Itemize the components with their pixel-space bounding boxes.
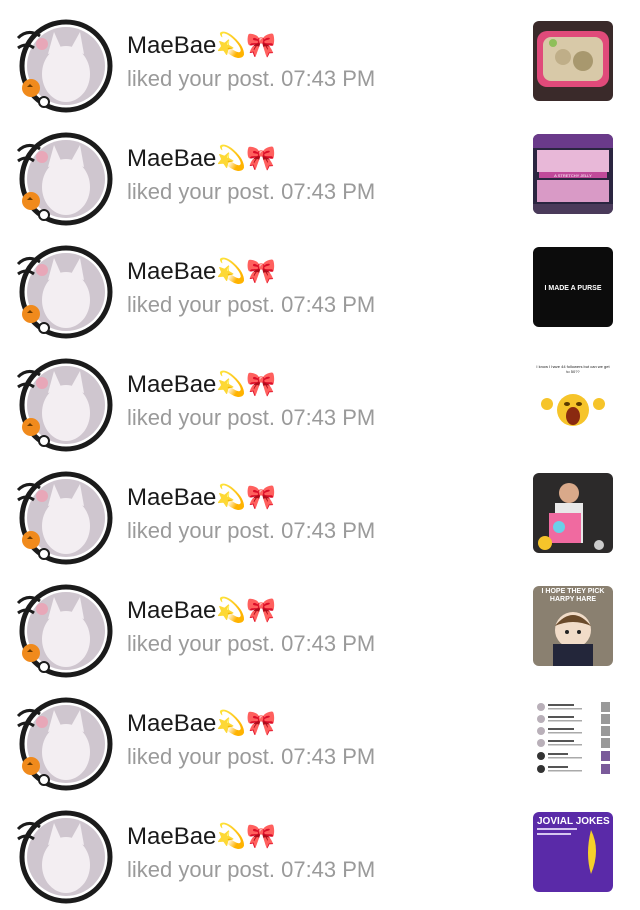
person-box-thumbnail[interactable] [533,473,613,553]
thumb-caption: I MADE A PURSE [544,285,601,292]
notification-row[interactable]: MaeBae💫🎀 liked your post. 07:43 PM [0,678,640,791]
notification-row[interactable]: MaeBae💫🎀 liked your post. 07:43 PM A STR… [0,113,640,226]
timestamp: 07:43 PM [281,405,376,430]
notification-text: liked your post. 07:43 PM [127,405,375,431]
timestamp: 07:43 PM [281,66,376,91]
action-text: liked your post. [127,179,275,204]
username[interactable]: MaeBae💫🎀 [127,144,276,173]
timestamp: 07:43 PM [281,744,376,769]
notification-text: liked your post. 07:43 PM [127,631,375,657]
username[interactable]: MaeBae💫🎀 [127,709,276,738]
username[interactable]: MaeBae💫🎀 [127,822,276,851]
notification-text: liked your post. 07:43 PM [127,518,375,544]
notification-row[interactable]: MaeBae💫🎀 liked your post. 07:43 PM JOVIA… [0,791,640,904]
action-text: liked your post. [127,518,275,543]
avatar[interactable] [14,466,114,566]
banana-card-thumbnail[interactable]: JOVIAL JOKES [533,812,613,892]
timestamp: 07:43 PM [281,631,376,656]
avatar[interactable] [14,14,114,114]
action-text: liked your post. [127,631,275,656]
action-text: liked your post. [127,292,275,317]
username[interactable]: MaeBae💫🎀 [127,257,276,286]
crying-emoji-thumbnail[interactable]: I know I have 44 followers but can we ge… [533,360,613,440]
username[interactable]: MaeBae💫🎀 [127,483,276,512]
notification-text: liked your post. 07:43 PM [127,179,375,205]
avatar[interactable] [14,127,114,227]
notification-row[interactable]: MaeBae💫🎀 liked your post. 07:43 PM [0,0,640,113]
username[interactable]: MaeBae💫🎀 [127,31,276,60]
notification-text: liked your post. 07:43 PM [127,292,375,318]
thumb-caption: I HOPE THEY PICK HARPY HARE [541,588,605,603]
timestamp: 07:43 PM [281,292,376,317]
notification-row[interactable]: MaeBae💫🎀 liked your post. 07:43 PM [0,452,640,565]
notification-text: liked your post. 07:43 PM [127,857,375,883]
notification-row[interactable]: MaeBae💫🎀 liked your post. 07:43 PM I HOP… [0,565,640,678]
action-text: liked your post. [127,857,275,882]
notification-row[interactable]: MaeBae💫🎀 liked your post. 07:43 PM I MAD… [0,226,640,339]
plush-doll-thumbnail[interactable]: I HOPE THEY PICK HARPY HARE [533,586,613,666]
username[interactable]: MaeBae💫🎀 [127,596,276,625]
action-text: liked your post. [127,405,275,430]
notification-row[interactable]: MaeBae💫🎀 liked your post. 07:43 PM I kno… [0,339,640,452]
action-text: liked your post. [127,66,275,91]
username[interactable]: MaeBae💫🎀 [127,370,276,399]
list-screenshot-thumbnail[interactable] [533,699,613,779]
avatar[interactable] [14,353,114,453]
thumb-caption: A STRETCHY JELLY [554,173,592,178]
store-shelf-thumbnail[interactable]: A STRETCHY JELLY [533,134,613,214]
avatar[interactable] [14,692,114,792]
avatar[interactable] [14,579,114,679]
timestamp: 07:43 PM [281,179,376,204]
action-text: liked your post. [127,744,275,769]
thumb-caption: JOVIAL JOKES [537,816,610,827]
food-tray-thumbnail[interactable] [533,21,613,101]
timestamp: 07:43 PM [281,857,376,882]
thumb-caption: I know I have 44 followers but can we ge… [536,364,610,374]
avatar[interactable] [14,805,114,905]
timestamp: 07:43 PM [281,518,376,543]
notification-text: liked your post. 07:43 PM [127,744,375,770]
avatar[interactable] [14,240,114,340]
notification-text: liked your post. 07:43 PM [127,66,375,92]
text-card-thumbnail[interactable]: I MADE A PURSE [533,247,613,327]
